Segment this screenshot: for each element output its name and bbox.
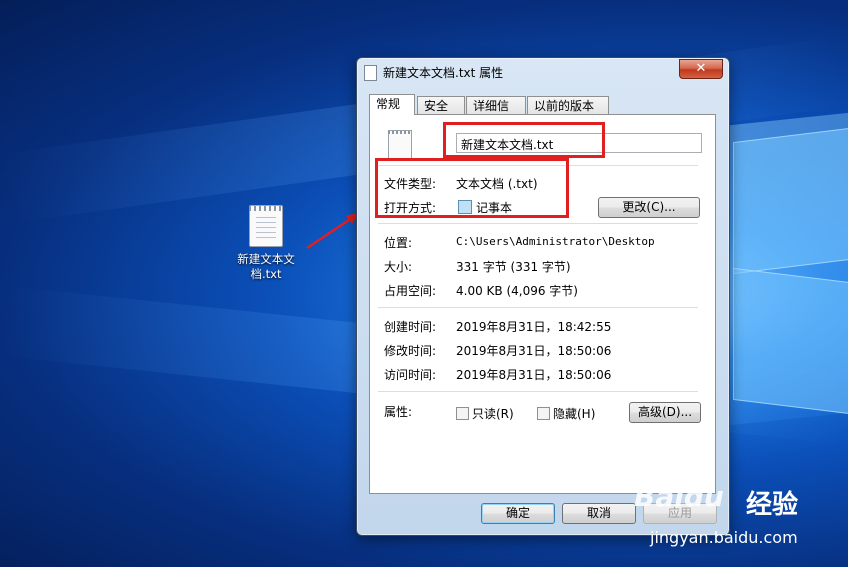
divider	[378, 391, 698, 392]
accessed-label: 访问时间:	[384, 368, 437, 382]
title-bar[interactable]: 新建文本文档.txt 属性 ✕	[357, 58, 729, 86]
hidden-checkbox[interactable]: 隐藏(H)	[537, 405, 595, 422]
checkbox-icon	[456, 407, 469, 420]
baidu-logo: Baidu	[634, 480, 724, 513]
tab-details[interactable]: 详细信息	[466, 96, 526, 131]
tab-general[interactable]: 常规	[369, 94, 415, 115]
size-value: 331 字节 (331 字节)	[456, 260, 571, 274]
size-label: 大小:	[384, 260, 413, 274]
watermark-url: jingyan.baidu.com	[650, 528, 798, 547]
attributes-label: 属性:	[384, 405, 413, 419]
ok-button[interactable]: 确定	[481, 503, 555, 524]
modified-label: 修改时间:	[384, 344, 437, 358]
file-icon	[364, 65, 377, 81]
text-file-icon	[388, 130, 412, 160]
dialog-title: 新建文本文档.txt 属性	[383, 66, 504, 80]
highlight-box-filetype	[375, 158, 569, 218]
readonly-label: 只读(R)	[472, 407, 514, 421]
created-value: 2019年8月31日，18:42:55	[456, 320, 612, 334]
checkbox-icon	[537, 407, 550, 420]
created-label: 创建时间:	[384, 320, 437, 334]
location-value: C:\Users\Administrator\Desktop	[456, 235, 655, 248]
divider	[378, 223, 698, 224]
advanced-button[interactable]: 高级(D)...	[629, 402, 701, 423]
hidden-label: 隐藏(H)	[553, 407, 596, 421]
change-button[interactable]: 更改(C)...	[598, 197, 700, 218]
highlight-box-filename	[443, 122, 605, 158]
accessed-value: 2019年8月31日，18:50:06	[456, 368, 612, 382]
cancel-button[interactable]: 取消	[562, 503, 636, 524]
disk-size-label: 占用空间:	[384, 284, 437, 298]
divider	[378, 307, 698, 308]
close-button[interactable]: ✕	[679, 59, 723, 79]
modified-value: 2019年8月31日，18:50:06	[456, 344, 612, 358]
readonly-checkbox[interactable]: 只读(R)	[456, 405, 514, 422]
tab-security[interactable]: 安全	[417, 96, 465, 114]
tab-previous-versions[interactable]: 以前的版本	[527, 96, 609, 114]
disk-size-value: 4.00 KB (4,096 字节)	[456, 284, 578, 298]
jingyan-logo-text: 经验	[746, 490, 799, 520]
location-label: 位置:	[384, 236, 413, 250]
